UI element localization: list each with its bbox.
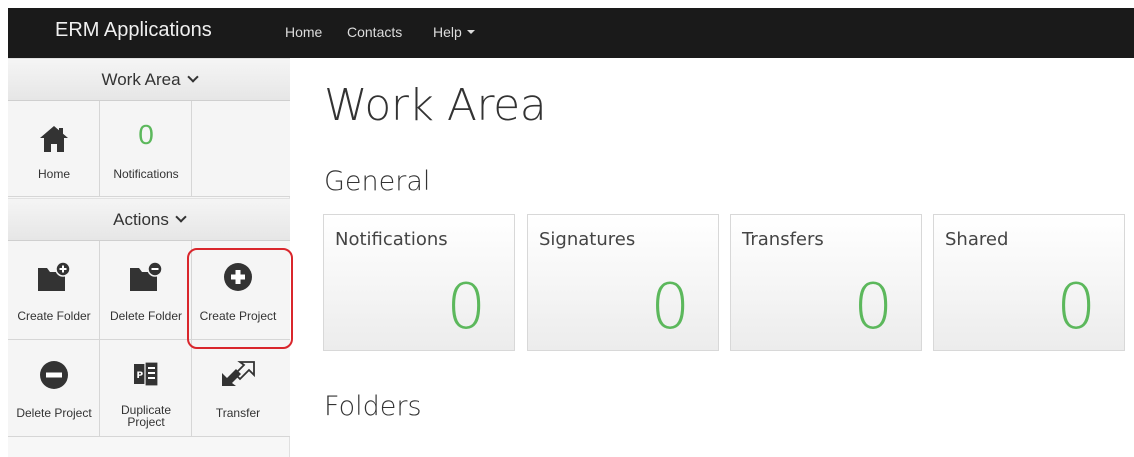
card-signatures-value: 0 <box>650 270 690 343</box>
tile-transfer[interactable]: Transfer <box>192 340 290 437</box>
minus-circle-icon <box>40 361 68 389</box>
nav-help-dropdown[interactable]: Help <box>433 24 475 40</box>
tile-delete-folder[interactable]: Delete Folder <box>100 241 192 340</box>
nav-contacts-link[interactable]: Contacts <box>347 24 402 40</box>
general-heading: General <box>324 166 431 197</box>
tile-notifications[interactable]: 0 Notifications <box>100 101 192 197</box>
notifications-count: 0 <box>138 119 154 150</box>
card-notifications-value: 0 <box>446 270 486 343</box>
chevron-down-icon <box>175 211 187 223</box>
tile-duplicate-project[interactable]: P Duplicate Project <box>100 340 192 437</box>
card-signatures-label: Signatures <box>539 229 636 250</box>
transfer-icon <box>222 361 255 386</box>
card-shared-value: 0 <box>1056 270 1096 343</box>
home-icon <box>40 126 68 152</box>
tile-transfer-label: Transfer <box>215 406 261 420</box>
nav-help-label: Help <box>433 24 462 40</box>
tile-home-label: Home <box>37 167 70 181</box>
folder-minus-icon <box>130 261 163 291</box>
top-navbar: ERM Applications Home Contacts Help <box>8 8 1134 58</box>
card-shared[interactable]: Shared 0 <box>933 214 1125 351</box>
duplicate-label-line2: Project <box>127 415 165 429</box>
create-project-highlight <box>187 248 293 349</box>
card-shared-label: Shared <box>945 229 1009 250</box>
tile-delete-folder-label: Delete Folder <box>109 309 183 323</box>
card-transfers[interactable]: Transfers 0 <box>730 214 922 351</box>
tile-create-folder-label: Create Folder <box>17 309 91 323</box>
card-notifications-label: Notifications <box>335 229 448 250</box>
svg-text:P: P <box>137 371 144 381</box>
tile-duplicate-project-label: Duplicate Project <box>94 404 198 428</box>
card-notifications[interactable]: Notifications 0 <box>323 214 515 351</box>
folders-heading: Folders <box>324 391 422 422</box>
caret-down-icon <box>466 30 475 35</box>
tile-delete-project-label: Delete Project <box>16 406 92 420</box>
work-area-section-header[interactable]: Work Area <box>8 58 290 101</box>
work-area-header-label: Work Area <box>101 70 181 89</box>
actions-header-label: Actions <box>113 210 169 229</box>
actions-section-header[interactable]: Actions <box>8 198 290 241</box>
tile-notifications-label: Notifications <box>113 167 179 181</box>
tile-create-folder[interactable]: Create Folder <box>8 241 100 340</box>
brand-link[interactable]: ERM Applications <box>55 19 212 42</box>
page-title: Work Area <box>324 80 547 131</box>
chevron-down-icon <box>186 71 199 83</box>
tile-delete-project[interactable]: Delete Project <box>8 340 100 437</box>
card-transfers-value: 0 <box>853 270 893 343</box>
nav-home-link[interactable]: Home <box>285 24 322 40</box>
card-signatures[interactable]: Signatures 0 <box>527 214 719 351</box>
card-transfers-label: Transfers <box>742 229 824 250</box>
tile-empty <box>192 101 290 197</box>
main-content: Work Area General Notifications 0 Signat… <box>290 58 1134 457</box>
tile-home[interactable]: Home <box>8 101 100 197</box>
duplicate-project-icon: P <box>134 361 159 387</box>
folder-plus-icon <box>38 261 71 291</box>
